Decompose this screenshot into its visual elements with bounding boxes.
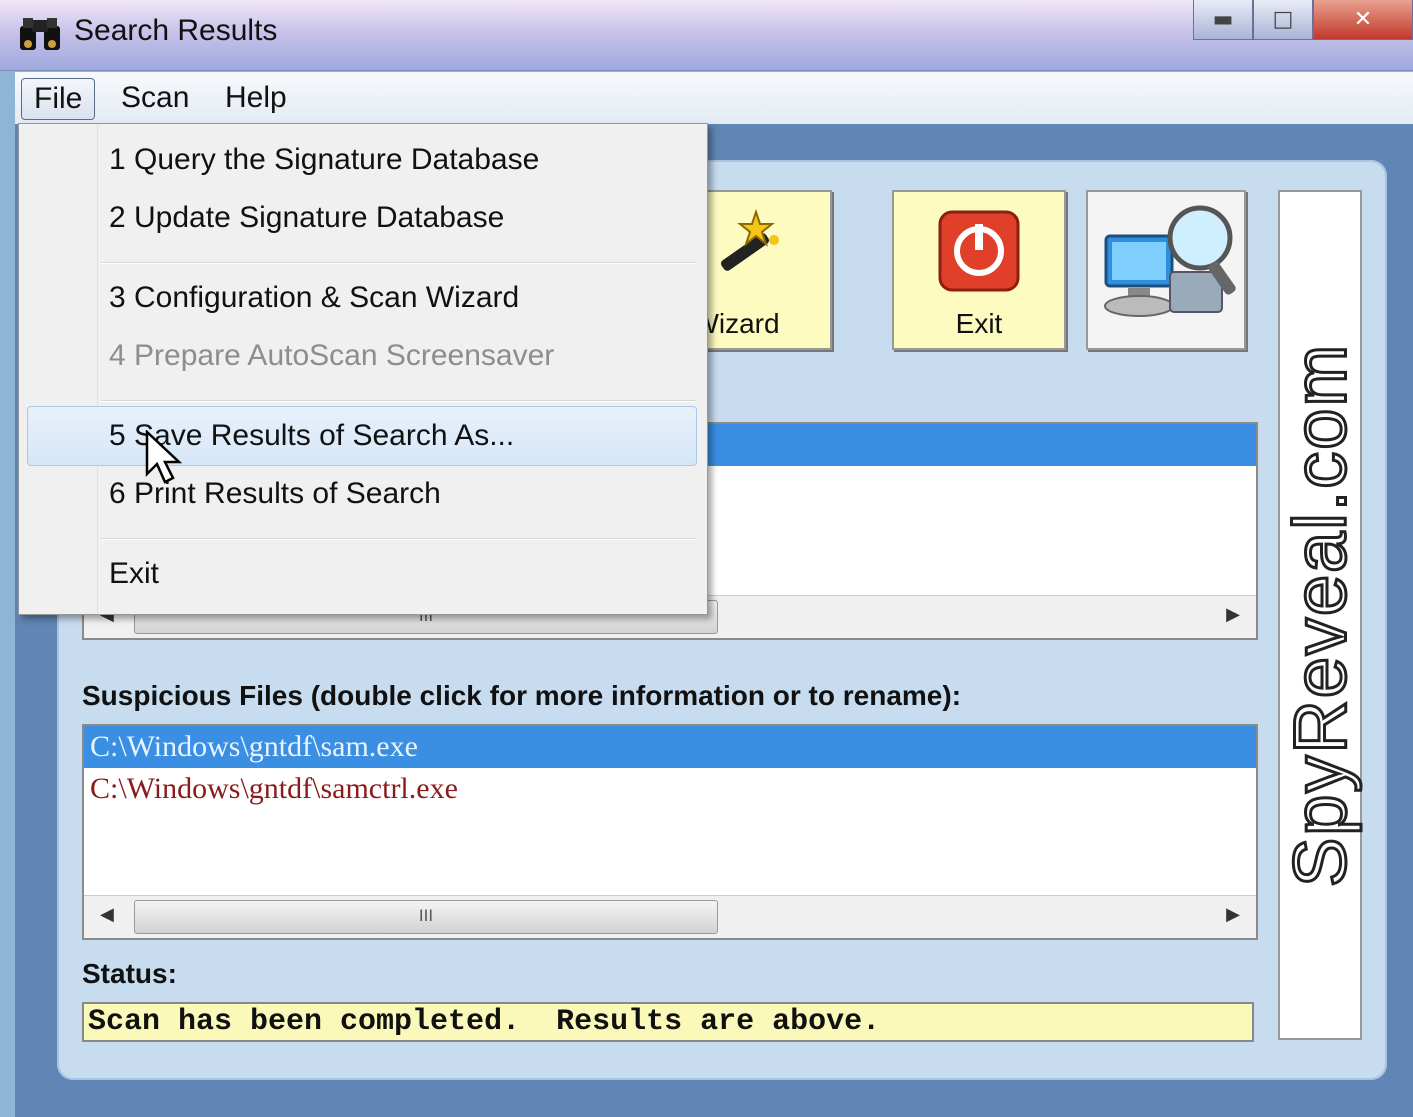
exit-button[interactable]: Exit bbox=[892, 190, 1066, 350]
close-button[interactable]: ✕ bbox=[1313, 0, 1413, 40]
list-item[interactable]: C:\Windows\gntdf\sam.exe bbox=[84, 726, 1256, 768]
status-text: Scan has been completed. Results are abo… bbox=[82, 1002, 1254, 1042]
menu-item-update-database[interactable]: 2 Update Signature Database bbox=[109, 194, 504, 242]
menu-gutter bbox=[19, 124, 98, 614]
title-bar[interactable]: Search Results ▬ □ ✕ bbox=[0, 0, 1413, 71]
maximize-icon: □ bbox=[1272, 7, 1294, 32]
scroll-right-icon[interactable]: ▶ bbox=[1226, 604, 1240, 625]
suspicious-files-list[interactable]: C:\Windows\gntdf\sam.exe C:\Windows\gntd… bbox=[82, 724, 1258, 940]
menu-separator bbox=[101, 538, 697, 540]
status-label: Status: bbox=[82, 958, 177, 989]
magic-wand-icon bbox=[721, 208, 779, 271]
maximize-button[interactable]: □ bbox=[1253, 0, 1313, 40]
suspicious-files-heading: Suspicious Files (double click for more … bbox=[82, 680, 962, 711]
mouse-cursor-icon bbox=[145, 430, 183, 484]
menu-item-query-database[interactable]: 1 Query the Signature Database bbox=[109, 136, 539, 184]
power-icon bbox=[938, 210, 1020, 292]
network-scan-button[interactable] bbox=[1086, 190, 1246, 350]
window-title: Search Results bbox=[74, 14, 278, 47]
close-icon: ✕ bbox=[1353, 7, 1373, 32]
window-controls: ▬ □ ✕ bbox=[1193, 0, 1413, 44]
menu-file[interactable]: File bbox=[21, 78, 96, 120]
computer-magnifier-icon bbox=[1104, 205, 1236, 317]
spyreveal-logo: SpyReveal.com bbox=[1277, 190, 1363, 1040]
binoculars-icon bbox=[20, 18, 60, 50]
exit-button-label: Exit bbox=[955, 308, 1003, 339]
list-item[interactable]: C:\Windows\gntdf\samctrl.exe bbox=[84, 768, 1256, 810]
menu-help[interactable]: Help bbox=[213, 78, 299, 118]
minimize-icon: ▬ bbox=[1212, 7, 1234, 32]
menu-item-exit[interactable]: Exit bbox=[109, 550, 159, 598]
scroll-left-icon[interactable]: ◀ bbox=[100, 904, 114, 925]
menu-item-scan-wizard[interactable]: 3 Configuration & Scan Wizard bbox=[109, 274, 519, 322]
app-window: Search Results ▬ □ ✕ File Scan Help Wiza… bbox=[0, 0, 1413, 1117]
menu-item-autoscan-screensaver: 4 Prepare AutoScan Screensaver bbox=[109, 339, 555, 372]
minimize-button[interactable]: ▬ bbox=[1193, 0, 1253, 40]
suspicious-hscrollbar[interactable]: ◀ III ▶ bbox=[84, 895, 1256, 938]
menu-separator bbox=[101, 262, 697, 264]
menu-separator bbox=[101, 400, 697, 402]
scroll-right-icon[interactable]: ▶ bbox=[1226, 904, 1240, 925]
menu-bar: File Scan Help bbox=[15, 72, 1413, 124]
file-menu-dropdown: 1 Query the Signature Database 2 Update … bbox=[18, 123, 708, 615]
scroll-thumb[interactable]: III bbox=[134, 900, 718, 934]
brand-text: SpyReveal.com bbox=[1277, 341, 1363, 888]
menu-scan[interactable]: Scan bbox=[109, 78, 201, 118]
